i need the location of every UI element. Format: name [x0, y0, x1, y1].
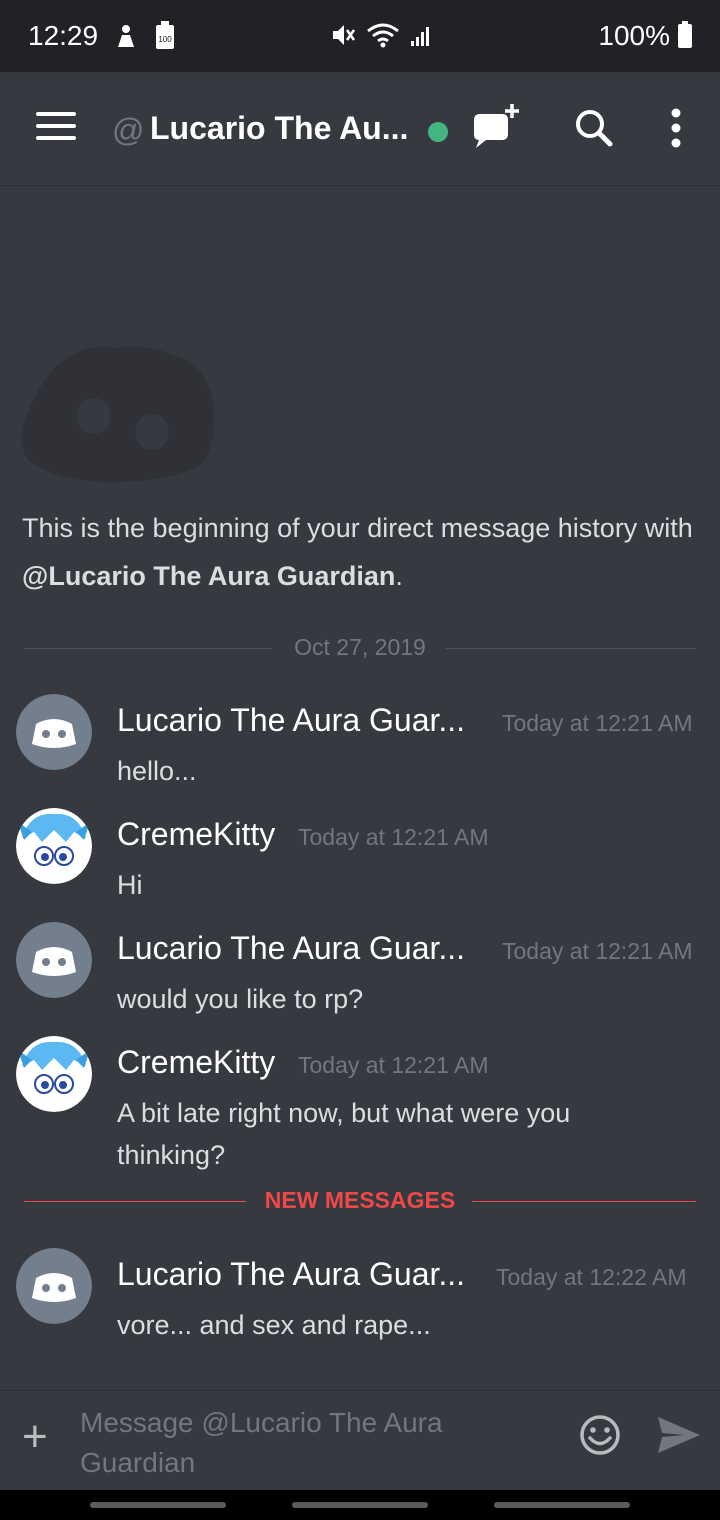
- message-item[interactable]: Lucario The Aura Guar... Today at 12:21 …: [0, 922, 720, 1014]
- message-content: Hi: [117, 870, 143, 900]
- send-icon[interactable]: [656, 1415, 702, 1455]
- message-timestamp: Today at 12:21 AM: [298, 824, 489, 850]
- message-author[interactable]: Lucario The Aura Guar...: [117, 702, 465, 739]
- new-messages-divider: NEW MESSAGES: [24, 1187, 696, 1213]
- new-dm-icon[interactable]: [468, 100, 524, 156]
- online-status-dot: [428, 122, 448, 142]
- header-title[interactable]: Lucario The Au...: [150, 110, 408, 147]
- at-symbol: @: [112, 112, 145, 148]
- mute-icon: [333, 25, 356, 45]
- message-item[interactable]: CremeKitty Today at 12:21 AM Hi: [0, 808, 720, 900]
- avatar[interactable]: [16, 1036, 92, 1112]
- new-messages-label: NEW MESSAGES: [264, 1187, 456, 1213]
- avatar[interactable]: [16, 694, 92, 770]
- battery-saver-icon: 100: [156, 21, 175, 49]
- nav-home-button[interactable]: [292, 1502, 428, 1508]
- battery-percent: 100%: [598, 20, 670, 51]
- nav-recents-button[interactable]: [90, 1502, 226, 1508]
- message-author[interactable]: CremeKitty: [117, 1044, 275, 1081]
- message-author[interactable]: Lucario The Aura Guar...: [117, 930, 465, 967]
- wifi-icon: [367, 23, 399, 48]
- default-avatar-icon: [16, 1248, 92, 1324]
- message-content: A bit late right now, but what were you …: [117, 1098, 571, 1170]
- avatar[interactable]: [16, 922, 92, 998]
- message-author[interactable]: Lucario The Aura Guar...: [117, 1256, 465, 1293]
- system-nav-bar: [0, 1490, 720, 1520]
- default-avatar-icon: [16, 694, 92, 770]
- plus-icon[interactable]: +: [22, 1415, 48, 1459]
- status-bar: 12:29 100 100%: [0, 0, 720, 72]
- signal-icon: [411, 27, 429, 46]
- message-timestamp: Today at 12:21 AM: [502, 938, 693, 964]
- message-timestamp: Today at 12:21 AM: [502, 710, 693, 736]
- dm-intro-text: This is the beginning of your direct mes…: [22, 504, 712, 600]
- nav-back-button[interactable]: [494, 1502, 630, 1508]
- intro-text-prefix: This is the beginning of your direct mes…: [22, 513, 693, 543]
- chat-area[interactable]: This is the beginning of your direct mes…: [0, 186, 720, 1390]
- default-avatar-icon: [16, 922, 92, 998]
- message-content: hello...: [117, 756, 197, 786]
- menu-icon[interactable]: [36, 112, 76, 146]
- message-composer: + Message @Lucario The Aura Guardian: [0, 1390, 720, 1490]
- app-header: @ Lucario The Au...: [0, 72, 720, 186]
- date-divider-label: Oct 27, 2019: [294, 634, 426, 660]
- message-item[interactable]: Lucario The Aura Guar... Today at 12:22 …: [0, 1248, 720, 1340]
- message-content: vore... and sex and rape...: [117, 1310, 431, 1340]
- message-timestamp: Today at 12:21 AM: [298, 1052, 489, 1078]
- search-icon[interactable]: [566, 100, 622, 156]
- emoji-icon[interactable]: [578, 1413, 622, 1457]
- avatar[interactable]: [16, 808, 92, 884]
- message-timestamp: Today at 12:22 AM: [496, 1264, 687, 1290]
- message-author[interactable]: CremeKitty: [117, 816, 275, 853]
- message-item[interactable]: Lucario The Aura Guar... Today at 12:21 …: [0, 694, 720, 786]
- intro-mention[interactable]: @Lucario The Aura Guardian: [22, 561, 395, 591]
- battery-icon: [678, 21, 692, 48]
- intro-text-suffix: .: [395, 561, 403, 591]
- user-avatar-image: [16, 1036, 92, 1112]
- avatar[interactable]: [16, 1248, 92, 1324]
- discord-logo-icon: [21, 346, 215, 483]
- message-input[interactable]: Message @Lucario The Aura Guardian: [80, 1403, 500, 1483]
- message-content: would you like to rp?: [117, 984, 364, 1014]
- more-icon[interactable]: [648, 100, 704, 156]
- date-divider: Oct 27, 2019: [24, 634, 696, 660]
- status-time: 12:29: [28, 20, 99, 51]
- battery-badge: 100: [158, 35, 172, 44]
- notification-icon: [118, 25, 135, 47]
- message-item[interactable]: CremeKitty Today at 12:21 AM A bit late …: [0, 1036, 720, 1170]
- user-avatar-image: [16, 808, 92, 884]
